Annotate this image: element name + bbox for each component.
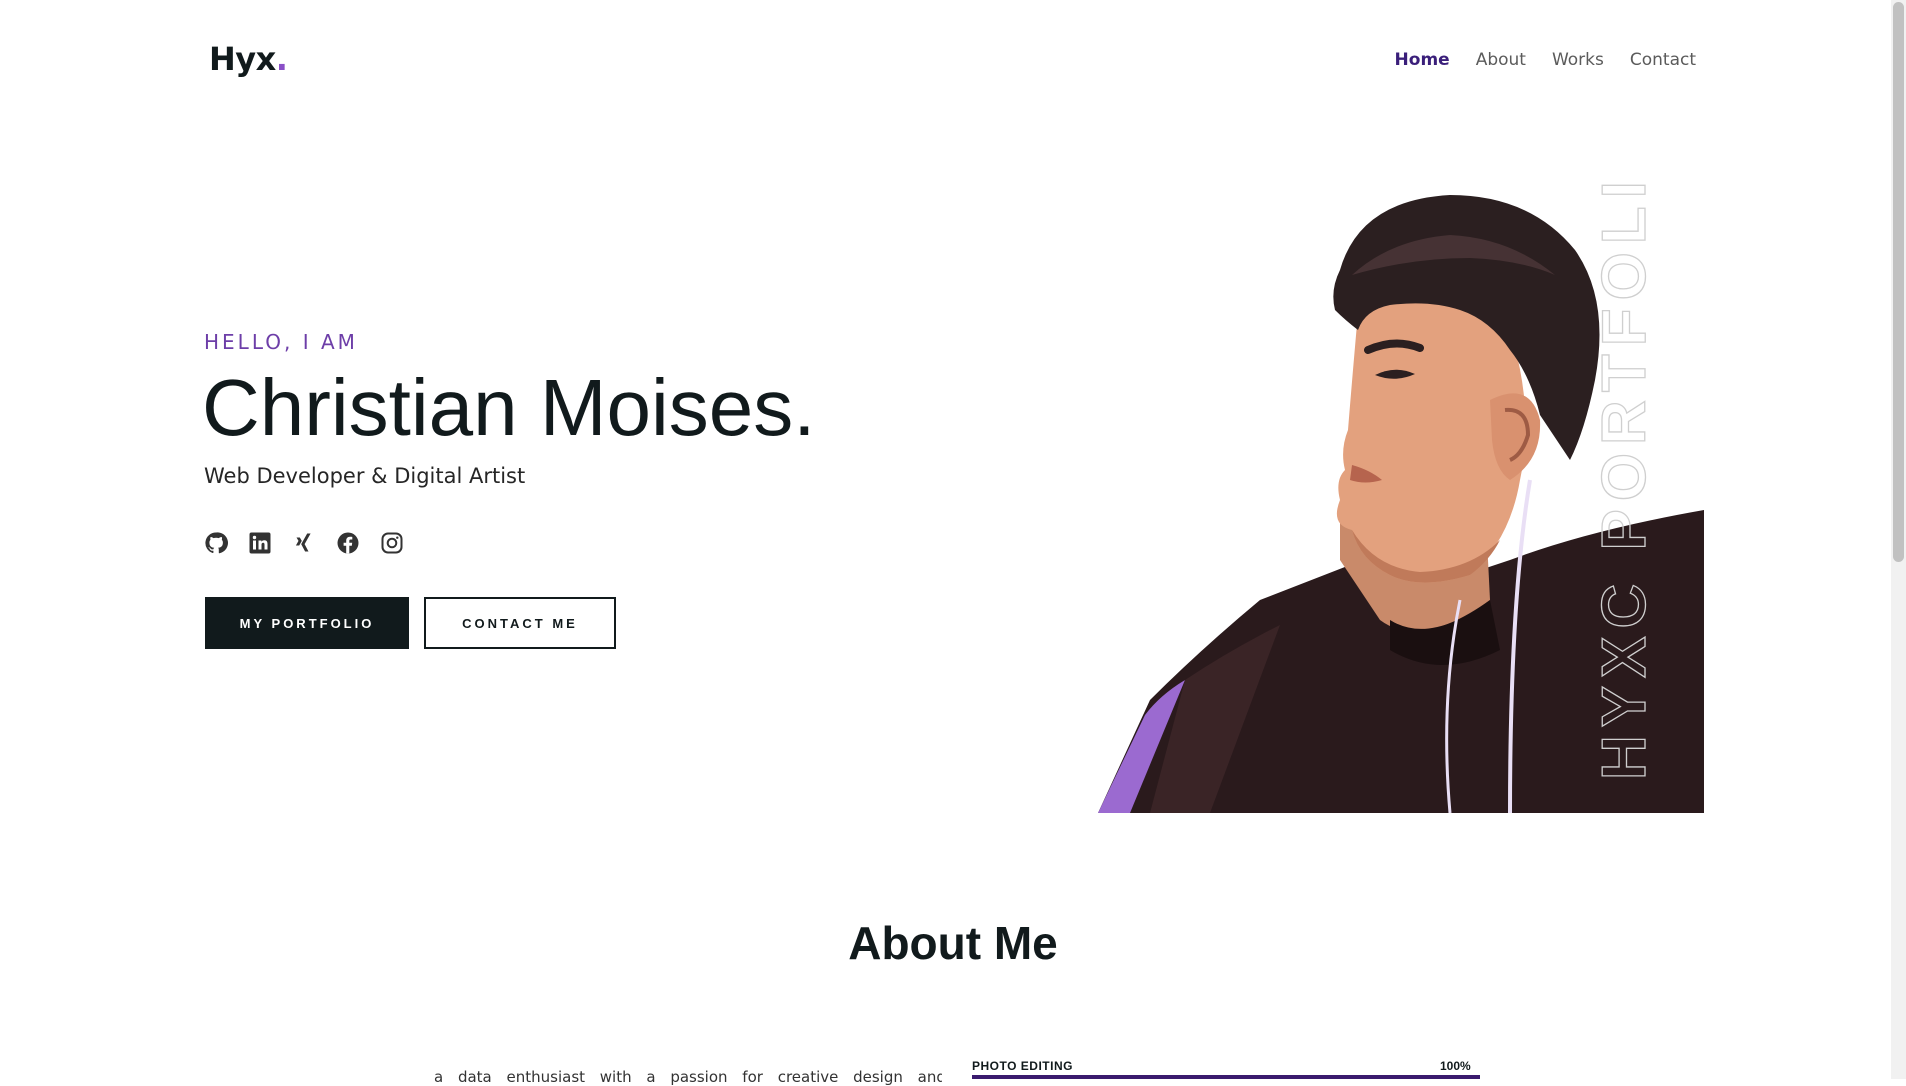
- skill-bar: [972, 1075, 1480, 1079]
- hero-role: Web Developer & Digital Artist: [204, 464, 526, 488]
- nav-about[interactable]: About: [1476, 50, 1526, 70]
- scrollbar-thumb[interactable]: [1893, 2, 1904, 562]
- skill-bar-fill: [972, 1075, 1480, 1079]
- page-scrollbar[interactable]: [1891, 0, 1906, 1079]
- hero-kicker: HELLO, I AM: [204, 330, 358, 354]
- linkedin-icon[interactable]: [248, 531, 272, 555]
- about-text: a data enthusiast with a passion for cre…: [434, 1068, 942, 1086]
- nav-works[interactable]: Works: [1552, 50, 1604, 70]
- logo-dot: .: [275, 40, 288, 78]
- nav-contact[interactable]: Contact: [1630, 50, 1696, 70]
- github-icon[interactable]: [204, 531, 228, 555]
- logo-text: Hyx: [209, 40, 276, 78]
- portrait-watermark: HYXC PORTFOLIO: [1590, 180, 1659, 780]
- social-links: [204, 531, 404, 555]
- xing-icon[interactable]: [292, 531, 316, 555]
- instagram-icon[interactable]: [380, 531, 404, 555]
- nav-home[interactable]: Home: [1395, 50, 1450, 70]
- skill-label: PHOTO EDITING: [972, 1059, 1073, 1073]
- about-title: About Me: [848, 917, 1058, 969]
- site-logo[interactable]: Hyx.: [209, 40, 288, 78]
- portfolio-button[interactable]: MY PORTFOLIO: [205, 597, 409, 649]
- contact-button[interactable]: CONTACT ME: [424, 597, 616, 649]
- main-nav: Home About Works Contact: [1395, 50, 1696, 70]
- hero-name: Christian Moises.: [202, 363, 816, 452]
- skill-percent: 100%: [1440, 1059, 1471, 1073]
- portrait-illustration: HYXC PORTFOLIO: [1098, 180, 1704, 813]
- facebook-icon[interactable]: [336, 531, 360, 555]
